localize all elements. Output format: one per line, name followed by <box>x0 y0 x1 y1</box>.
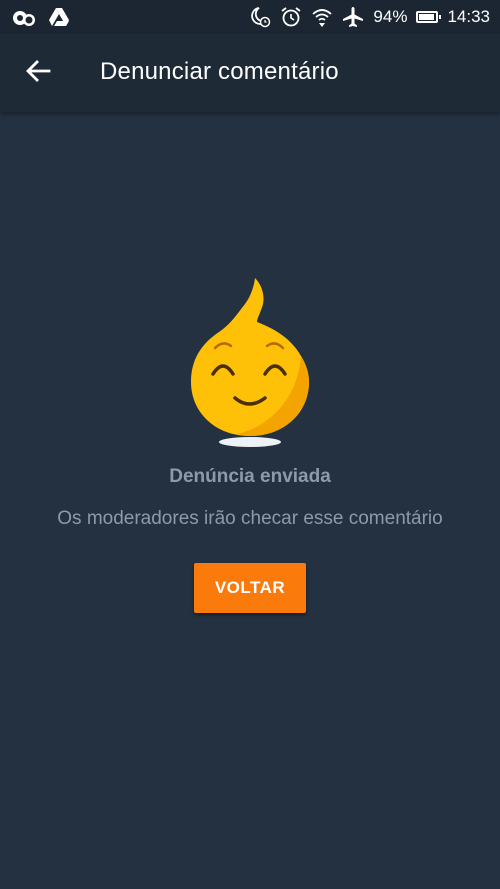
status-time: 14:33 <box>447 7 490 26</box>
alarm-clock-icon <box>280 6 302 28</box>
status-left-icons <box>12 6 70 28</box>
moon-alarm-icon <box>249 6 271 28</box>
report-sent-screen: 94% 14:33 Denunciar comentário Denúncia … <box>0 0 500 889</box>
status-bar: 94% 14:33 <box>0 0 500 34</box>
arrow-left-icon <box>25 59 51 88</box>
fire-smiley-mascot <box>187 274 313 450</box>
back-action-button[interactable]: VOLTAR <box>194 563 306 613</box>
drive-icon <box>48 7 70 27</box>
confirmation-subtitle: Os moderadores irão checar esse comentár… <box>57 508 443 529</box>
page-title: Denunciar comentário <box>100 58 339 85</box>
battery-icon <box>416 11 442 23</box>
chat-bubbles-icon <box>12 7 36 27</box>
battery-percent: 94% <box>373 7 408 26</box>
back-button[interactable] <box>14 51 62 95</box>
status-right-icons: 94% 14:33 <box>249 5 490 29</box>
confirmation-title: Denúncia enviada <box>169 466 331 487</box>
app-bar: Denunciar comentário <box>0 34 500 112</box>
wifi-icon <box>311 6 333 28</box>
airplane-icon <box>342 6 364 28</box>
battery-level <box>419 14 435 20</box>
